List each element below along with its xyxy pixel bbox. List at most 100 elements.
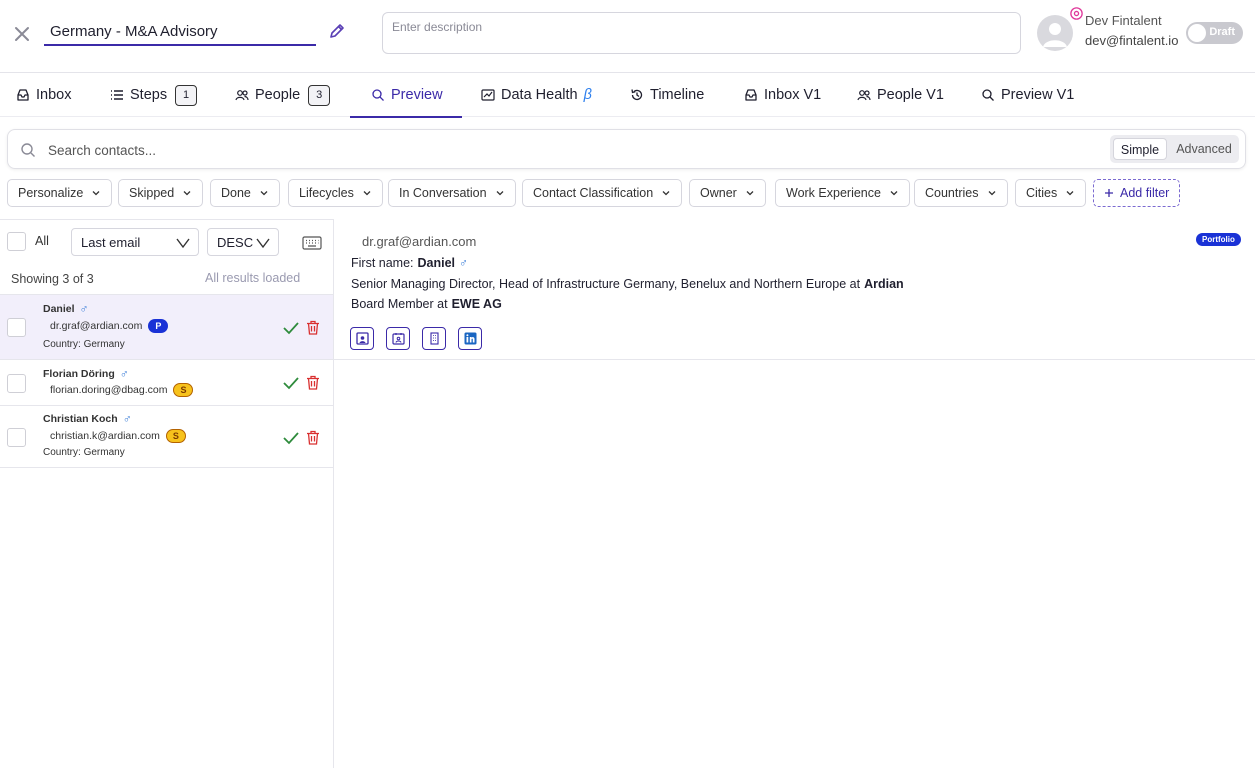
contact-name-text: Christian Koch xyxy=(43,413,118,425)
row-checkbox[interactable] xyxy=(7,428,26,447)
tab-timeline[interactable]: Timeline xyxy=(630,73,704,117)
chevron-down-icon xyxy=(363,191,371,196)
tab-inbox[interactable]: Inbox xyxy=(16,73,71,117)
trash-icon[interactable] xyxy=(306,430,320,445)
position-text: Board Member at xyxy=(351,297,448,311)
contact-name-text: Daniel xyxy=(43,303,75,315)
position-text: Senior Managing Director, Head of Infras… xyxy=(351,277,861,291)
filter-label: In Conversation xyxy=(399,186,487,200)
user-settings-icon[interactable] xyxy=(1069,6,1084,21)
check-icon[interactable] xyxy=(283,376,299,390)
tab-count-badge: 1 xyxy=(175,84,198,106)
row-checkbox[interactable] xyxy=(7,374,26,393)
contact-name: Christian Koch ♂ xyxy=(43,412,132,426)
tab-count-badge: 3 xyxy=(308,84,331,106)
male-icon: ♂ xyxy=(122,412,132,426)
contact-email-text: dr.graf@ardian.com xyxy=(50,320,143,332)
tab-inbox-v1[interactable]: Inbox V1 xyxy=(744,73,821,117)
tab-label: Preview xyxy=(391,87,443,103)
tab-label: Data Health xyxy=(501,87,578,103)
tab-preview-v1[interactable]: Preview V1 xyxy=(981,73,1074,117)
profile-card-icon[interactable] xyxy=(350,327,374,350)
contact-search-bar: Simple Advanced xyxy=(7,129,1246,169)
chevron-down-icon xyxy=(176,238,190,249)
contact-card-icon[interactable] xyxy=(386,327,410,350)
tab-people[interactable]: People 3 xyxy=(235,73,331,117)
trash-icon[interactable] xyxy=(306,320,320,335)
campaign-title-input[interactable] xyxy=(44,16,316,46)
chevron-down-icon xyxy=(256,238,270,249)
filter-personalize[interactable]: Personalize xyxy=(7,179,113,207)
simple-mode-button[interactable]: Simple xyxy=(1113,138,1167,160)
male-icon: ♂ xyxy=(79,302,89,316)
search-icon xyxy=(21,143,35,157)
tab-preview[interactable]: Preview xyxy=(350,73,462,118)
trash-icon[interactable] xyxy=(306,375,320,390)
row-checkbox[interactable] xyxy=(7,318,26,337)
sort-direction-value: DESC xyxy=(217,234,254,250)
filter-label: Cities xyxy=(1026,186,1058,200)
filter-label: Done xyxy=(221,186,251,200)
contact-email: christian.k@ardian.com S xyxy=(50,429,186,443)
sort-direction-select[interactable]: DESC xyxy=(207,228,279,256)
beta-badge: β xyxy=(583,87,592,103)
filter-cities[interactable]: Cities xyxy=(1015,179,1087,207)
contact-country: Country: Germany xyxy=(43,339,125,350)
inbox-icon xyxy=(745,89,757,101)
filter-skipped[interactable]: Skipped xyxy=(118,179,204,207)
inbox-icon xyxy=(17,89,29,101)
check-icon[interactable] xyxy=(283,431,299,445)
tab-label: People V1 xyxy=(877,87,944,103)
status-badge: P xyxy=(148,319,169,333)
contact-row[interactable]: Christian Koch ♂ christian.k@ardian.com S … xyxy=(0,405,333,468)
results-loaded-text: All results loaded xyxy=(205,271,301,285)
check-icon[interactable] xyxy=(283,321,299,335)
chevron-down-icon xyxy=(496,191,504,196)
building-icon[interactable] xyxy=(422,327,446,350)
tab-label: People xyxy=(255,87,301,103)
position-company: Ardian xyxy=(864,277,904,291)
keyboard-icon[interactable] xyxy=(302,236,322,250)
contact-name: Florian Döring ♂ xyxy=(43,367,129,381)
filter-work-experience[interactable]: Work Experience xyxy=(775,179,910,207)
first-name-label: First name: xyxy=(351,256,414,270)
filter-in-conversation[interactable]: In Conversation xyxy=(388,179,516,207)
result-count-text: Showing 3 of 3 xyxy=(11,272,94,286)
search-input[interactable] xyxy=(48,139,948,161)
contact-row[interactable]: Florian Döring ♂ florian.doring@dbag.com S xyxy=(0,359,333,405)
contact-email-text: florian.doring@dbag.com xyxy=(50,384,168,396)
sort-field-select[interactable]: Last email xyxy=(71,228,199,256)
description-input[interactable] xyxy=(382,12,1021,54)
contact-name-text: Florian Döring xyxy=(43,368,115,380)
avatar[interactable] xyxy=(1037,15,1073,51)
tab-data-health[interactable]: Data Health β xyxy=(481,73,592,117)
profile-links xyxy=(350,327,482,350)
search-icon xyxy=(982,89,994,101)
edit-pencil-icon[interactable] xyxy=(328,22,346,40)
filter-lifecycles[interactable]: Lifecycles xyxy=(288,179,383,207)
select-all-checkbox[interactable] xyxy=(7,232,26,251)
draft-toggle[interactable]: Draft xyxy=(1186,22,1243,44)
contact-row[interactable]: Daniel ♂ dr.graf@ardian.com P Country: Ger… xyxy=(0,294,333,359)
male-icon: ♂ xyxy=(119,367,129,381)
user-email: dev@fintalent.io xyxy=(1085,33,1179,48)
chart-icon xyxy=(481,89,495,101)
chevron-down-icon xyxy=(746,191,754,196)
contact-preview-panel: dr.graf@ardian.com Portfolio First name:… xyxy=(334,220,1255,360)
plus-icon xyxy=(1105,189,1113,197)
filter-label: Countries xyxy=(925,186,979,200)
advanced-mode-button[interactable]: Advanced xyxy=(1171,138,1237,160)
close-icon[interactable] xyxy=(12,24,32,44)
first-name-line: First name: Daniel ♂ xyxy=(351,256,468,270)
filter-contact-classification[interactable]: Contact Classification xyxy=(522,179,683,207)
filter-done[interactable]: Done xyxy=(210,179,280,207)
tab-steps[interactable]: Steps 1 xyxy=(110,73,198,117)
filter-label: Skipped xyxy=(129,186,175,200)
add-filter-button[interactable]: Add filter xyxy=(1093,179,1181,207)
tab-people-v1[interactable]: People V1 xyxy=(857,73,944,117)
linkedin-icon[interactable] xyxy=(458,327,482,350)
add-filter-label: Add filter xyxy=(1120,186,1170,200)
filter-countries[interactable]: Countries xyxy=(914,179,1008,207)
filter-owner[interactable]: Owner xyxy=(689,179,766,207)
position-line: Board Member at EWE AG xyxy=(351,297,502,311)
